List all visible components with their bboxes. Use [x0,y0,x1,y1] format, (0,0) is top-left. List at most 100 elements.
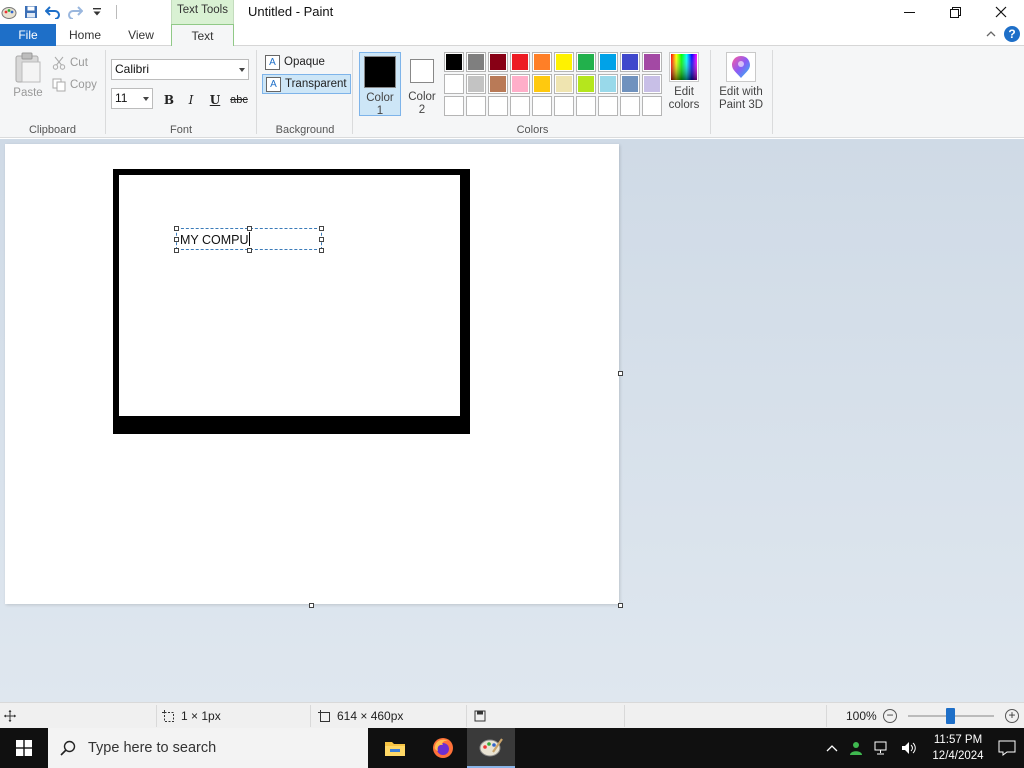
textbox-resize-handle[interactable] [247,226,252,231]
status-separator [624,705,625,727]
windows-logo-icon [16,740,32,756]
strikethrough-button[interactable]: abc [228,90,250,110]
zoom-level: 100% [846,703,877,729]
firefox-taskbar-button[interactable] [419,728,467,768]
tab-home[interactable]: Home [58,24,112,46]
canvas-resize-handle-corner[interactable] [618,603,623,608]
chevron-down-icon [143,97,149,101]
textbox-resize-handle[interactable] [174,248,179,253]
system-clock[interactable]: 11:57 PM 12/4/2024 [928,732,988,764]
search-placeholder: Type here to search [88,740,217,756]
status-separator [310,705,311,727]
network-icon[interactable] [874,740,890,756]
collapse-ribbon-icon[interactable] [986,27,996,41]
folder-icon [385,742,405,756]
toolbar-separator [116,5,117,19]
paint-palette-icon [479,738,503,757]
quick-access-toolbar [0,2,117,22]
save-icon[interactable] [22,3,40,21]
paint-taskbar-button[interactable] [467,728,515,768]
copy-icon [52,78,66,92]
paint3d-line2: Paint 3D [718,99,764,111]
tab-view[interactable]: View [114,24,168,46]
textbox-resize-handle[interactable] [174,226,179,231]
status-separator [466,705,467,727]
ribbon: Paste Cut Copy Clipboard Calibri 11 B I … [0,46,1024,138]
edit-colors-line1: Edit [674,86,694,98]
font-family-value: Calibri [115,62,150,76]
edit-colors-line2: colors [668,99,700,111]
clock-date: 12/4/2024 [932,750,984,762]
firefox-icon [433,738,453,758]
customize-toolbar-icon[interactable] [88,3,106,21]
canvas-workspace[interactable]: MY COMPU [0,139,1024,702]
paste-label: Paste [13,87,43,99]
clipboard-group-label: Clipboard [28,124,77,136]
textbox-resize-handle[interactable] [319,237,324,242]
underline-button[interactable]: U [204,90,226,110]
taskbar-search-box[interactable]: Type here to search [48,728,368,768]
textbox-resize-handle[interactable] [319,248,324,253]
start-button[interactable] [0,728,48,768]
zoom-level-value: 100% [846,709,877,723]
status-bar: 1 × 1px 614 × 460px 100% − + [0,702,1024,728]
paint3d-line1: Edit with [719,86,763,98]
status-separator [156,705,157,727]
disk-icon [474,710,486,722]
ribbon-tabs: File Home View Text ? [0,24,1024,47]
volume-icon[interactable] [900,740,918,756]
selection-size-icon [162,709,174,722]
clipboard-group: Paste Cut Copy Clipboard [0,46,105,138]
group-separator [256,50,257,134]
people-icon[interactable] [848,740,864,756]
drawing-canvas[interactable]: MY COMPU [5,144,619,604]
taskbar: Type here to search 11:57 PM 12/4/2024 [0,728,1024,768]
tab-file[interactable]: File [0,24,56,46]
file-explorer-taskbar-button[interactable] [371,728,419,768]
tab-text[interactable]: Text [171,24,234,47]
notifications-icon[interactable] [998,740,1016,756]
font-group-label: Font [169,124,192,136]
cut-button[interactable]: Cut [52,54,88,72]
close-button[interactable] [978,0,1024,24]
clock-time: 11:57 PM [933,734,983,746]
textbox-resize-handle[interactable] [247,248,252,253]
title-bar: Text Tools Untitled - Paint [0,0,1024,24]
text-input-box[interactable]: MY COMPU [176,228,322,250]
font-size-value: 11 [115,91,128,105]
font-size-select[interactable]: 11 [111,88,153,109]
bold-button[interactable]: B [158,90,180,110]
redo-icon[interactable] [66,3,84,21]
scissors-icon [52,56,66,70]
textbox-resize-handle[interactable] [319,226,324,231]
canvas-resize-handle-right[interactable] [618,371,623,376]
paste-button[interactable]: Paste [8,52,48,108]
text-tools-context-header: Text Tools [171,0,234,24]
textbox-resize-handle[interactable] [174,237,179,242]
help-icon[interactable]: ? [1004,26,1020,42]
show-hidden-icons-chevron-icon[interactable] [826,744,838,752]
status-separator [826,705,827,727]
cut-label: Cut [70,57,88,69]
zoom-out-button[interactable]: − [883,709,897,723]
edit-colors-button[interactable]: Edit colors [666,52,702,112]
italic-button[interactable]: I [180,90,202,110]
restore-button[interactable] [932,0,978,24]
canvas-resize-handle-bottom[interactable] [309,603,314,608]
edit-with-paint3d-button[interactable]: Edit with Paint 3D [715,52,767,112]
canvas-size: 614 × 460px [318,703,403,729]
selection-size-value: 1 × 1px [181,709,221,723]
copy-label: Copy [70,79,97,91]
group-separator [352,50,353,134]
zoom-slider-thumb[interactable] [946,708,955,724]
selection-size: 1 × 1px [162,703,221,729]
undo-icon[interactable] [44,3,62,21]
colors-group-label: Colors [516,124,549,136]
minimize-button[interactable] [886,0,932,24]
font-family-select[interactable]: Calibri [111,59,249,80]
copy-button[interactable]: Copy [52,76,97,94]
group-separator [772,50,773,134]
zoom-in-button[interactable]: + [1005,709,1019,723]
paint-app-icon[interactable] [0,3,18,21]
file-size [474,703,486,729]
